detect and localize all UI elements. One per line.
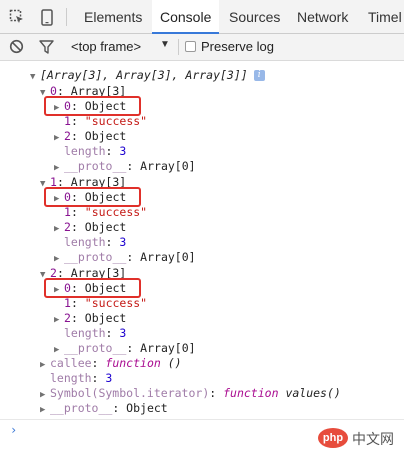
entry-value: 3 — [119, 144, 127, 158]
highlight-box — [44, 187, 141, 207]
entry-value: "success" — [84, 205, 148, 219]
entry-key: length — [50, 371, 92, 385]
object-entry-2[interactable]: ▶ 2: Object — [54, 129, 126, 144]
collapsed-triangle-icon: ▶ — [54, 224, 60, 234]
object-entry-2[interactable]: ▶ 2: Object — [54, 220, 126, 235]
entry-key: Symbol(Symbol.iterator) — [50, 386, 210, 400]
device-mode-icon[interactable] — [36, 0, 58, 34]
info-icon[interactable]: i — [253, 70, 265, 81]
entry-value: "success" — [84, 296, 148, 310]
entry-key: 1 — [64, 114, 71, 128]
proto-entry[interactable]: ▶ __proto__: Array[0] — [54, 341, 196, 356]
preserve-log-checkbox[interactable] — [185, 41, 196, 52]
entry-value: Object — [84, 220, 127, 234]
entry-value: 3 — [119, 235, 127, 249]
proto-entry[interactable]: ▶ __proto__: Object — [40, 401, 168, 416]
root-array-summary: [Array[3], Array[3], Array[3]] — [40, 68, 248, 82]
clear-console-icon[interactable] — [9, 39, 24, 57]
entry-key: callee — [50, 356, 92, 370]
length-entry: length: 3 — [64, 235, 127, 249]
entry-key: 1 — [64, 296, 71, 310]
entry-value: () — [167, 356, 182, 370]
collapsed-triangle-icon: ▶ — [54, 163, 60, 173]
devtools-tabbar: Elements Console Sources Network Timel — [0, 0, 404, 34]
filter-icon[interactable] — [39, 40, 54, 57]
length-entry: length: 3 — [64, 326, 127, 340]
root-array-row[interactable]: ▼ [Array[3], Array[3], Array[3]] i — [30, 68, 265, 83]
frame-dropdown-arrow-icon[interactable]: ▼ — [160, 39, 170, 50]
entry-key: 2 — [64, 220, 71, 234]
entry-value: Object — [84, 129, 127, 143]
tab-sources[interactable]: Sources — [229, 0, 280, 34]
string-entry-1: 1: "success" — [64, 205, 148, 219]
console-filter-bar: <top frame> ▼ Preserve log — [0, 34, 404, 61]
collapsed-triangle-icon: ▶ — [40, 405, 46, 415]
tab-console[interactable]: Console — [152, 0, 220, 34]
prompt-divider — [0, 419, 404, 420]
php-logo: php — [318, 428, 348, 448]
entry-value: 3 — [119, 326, 127, 340]
string-entry-1: 1: "success" — [64, 114, 148, 128]
entry-value: values() — [285, 386, 341, 400]
length-entry: length: 3 — [50, 371, 113, 385]
entry-key: 2 — [64, 129, 71, 143]
toolbar-divider — [66, 8, 67, 26]
entry-key: __proto__ — [64, 159, 127, 173]
collapsed-triangle-icon: ▶ — [54, 315, 60, 325]
console-prompt-icon[interactable]: › — [10, 423, 17, 437]
expanded-triangle-icon: ▼ — [30, 72, 36, 82]
proto-entry[interactable]: ▶ __proto__: Array[0] — [54, 159, 196, 174]
entry-value: 3 — [105, 371, 113, 385]
entry-key: length — [64, 326, 106, 340]
tab-timeline[interactable]: Timel — [368, 0, 402, 34]
preserve-log-label: Preserve log — [201, 39, 274, 54]
entry-key: __proto__ — [50, 401, 113, 415]
entry-key: 1 — [64, 205, 71, 219]
function-keyword: function — [105, 356, 161, 370]
entry-value: Array[0] — [140, 341, 196, 355]
object-entry-2[interactable]: ▶ 2: Object — [54, 311, 126, 326]
symbol-iterator-entry[interactable]: ▶ Symbol(Symbol.iterator): function value… — [40, 386, 341, 401]
entry-value: "success" — [84, 114, 148, 128]
collapsed-triangle-icon: ▶ — [54, 254, 60, 264]
tab-network[interactable]: Network — [297, 0, 348, 34]
entry-value: Object — [126, 401, 168, 415]
entry-value: Array[0] — [140, 159, 196, 173]
frame-selector[interactable]: <top frame> — [71, 39, 141, 54]
collapsed-triangle-icon: ▶ — [54, 133, 60, 143]
entry-key: length — [64, 144, 106, 158]
callee-entry[interactable]: ▶ callee: function () — [40, 356, 182, 371]
entry-key: __proto__ — [64, 341, 127, 355]
collapsed-triangle-icon: ▶ — [40, 360, 46, 370]
entry-key: length — [64, 235, 106, 249]
string-entry-1: 1: "success" — [64, 296, 148, 310]
entry-value: Array[0] — [140, 250, 196, 264]
entry-key: __proto__ — [64, 250, 127, 264]
watermark-text: 中文网 — [352, 431, 394, 447]
length-entry: length: 3 — [64, 144, 127, 158]
proto-entry[interactable]: ▶ __proto__: Array[0] — [54, 250, 196, 265]
inspect-element-icon[interactable] — [6, 0, 28, 34]
entry-key: 2 — [64, 311, 71, 325]
highlight-box — [44, 96, 141, 116]
tab-elements[interactable]: Elements — [84, 0, 142, 34]
highlight-box — [44, 278, 141, 298]
entry-value: Object — [84, 311, 127, 325]
function-keyword: function — [223, 386, 279, 400]
filter-divider — [178, 39, 179, 55]
